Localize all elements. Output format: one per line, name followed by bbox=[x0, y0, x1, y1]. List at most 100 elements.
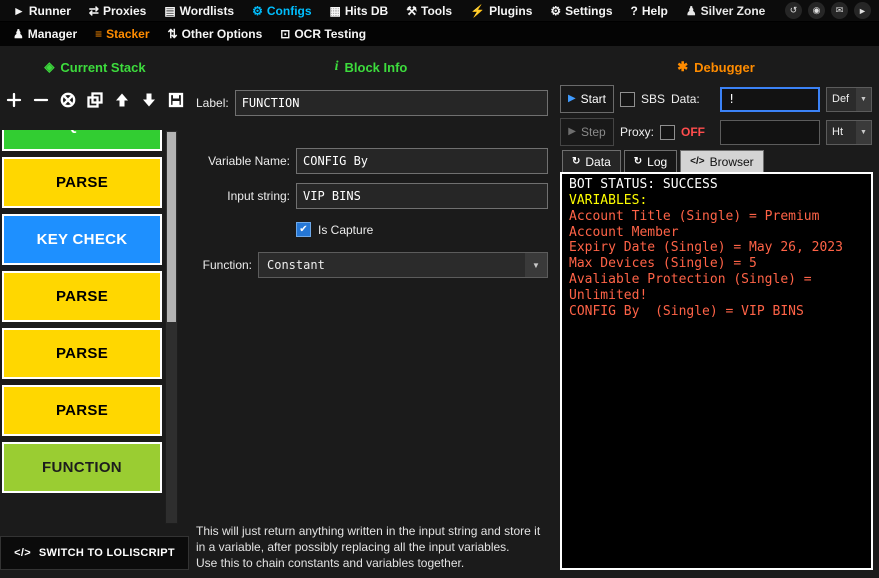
function-row: Function: Constant ▼ bbox=[190, 252, 548, 278]
data-input[interactable] bbox=[720, 87, 820, 112]
history-icon[interactable]: ↺ bbox=[785, 2, 802, 19]
menu-item-label: Hits DB bbox=[345, 4, 388, 18]
tools-icon: ⚒ bbox=[406, 4, 417, 18]
submenu-item-label: Other Options bbox=[182, 27, 263, 41]
tab-label: Data bbox=[585, 155, 610, 169]
current-stack-header: ◈ Current Stack bbox=[0, 59, 190, 75]
menu-item[interactable]: ▦ Hits DB bbox=[321, 0, 398, 22]
menu-item[interactable]: ? Help bbox=[622, 0, 677, 22]
duplicate-block-button[interactable] bbox=[83, 88, 107, 112]
is-capture-checkbox[interactable]: ✔ bbox=[296, 222, 311, 237]
menu-item[interactable]: ► Runner bbox=[4, 0, 80, 22]
menu-item-label: Configs bbox=[267, 4, 312, 18]
input-string-input[interactable] bbox=[296, 183, 548, 209]
save-stack-button[interactable] bbox=[164, 88, 188, 112]
add-block-button[interactable] bbox=[2, 88, 26, 112]
submenu-item[interactable]: ⇅ Other Options bbox=[159, 23, 272, 45]
menu-item[interactable]: ♟ Silver Zone bbox=[677, 0, 774, 22]
sbs-checkbox[interactable]: ✔ bbox=[620, 92, 635, 107]
submenu-item[interactable]: ≡ Stacker bbox=[86, 23, 158, 45]
sbs-label: SBS bbox=[641, 92, 665, 106]
switch-to-loliscript-button[interactable]: </> SWITCH TO LOLISCRIPT bbox=[0, 536, 189, 570]
stack-block[interactable]: PARSE bbox=[2, 328, 162, 379]
stack-block[interactable]: PARSE bbox=[2, 157, 162, 208]
move-down-button[interactable] bbox=[137, 88, 161, 112]
stack-icon: ◈ bbox=[44, 59, 54, 75]
description-line: Use this to chain constants and variable… bbox=[196, 556, 550, 572]
debugger-header: ✱ Debugger bbox=[560, 59, 872, 75]
window-icon-group: ↺ ◉ ✉ ► bbox=[785, 2, 875, 19]
function-label: Function: bbox=[190, 258, 252, 272]
tab-label: Browser bbox=[710, 155, 754, 169]
submenu-item[interactable]: ♟ Manager bbox=[4, 23, 86, 45]
stack-block-list: REQUEST PARSE KEY CHECK PARSE PARSE PARS… bbox=[2, 130, 162, 524]
play-icon: ▶ bbox=[568, 127, 576, 137]
variable-name-input[interactable] bbox=[296, 148, 548, 174]
code-icon: </> bbox=[690, 156, 704, 167]
bug-icon: ✱ bbox=[677, 59, 688, 75]
menu-item-label: Tools bbox=[421, 4, 452, 18]
function-dropdown[interactable]: Constant ▼ bbox=[258, 252, 548, 278]
stack-block[interactable]: FUNCTION bbox=[2, 442, 162, 493]
stack-block[interactable]: REQUEST bbox=[2, 130, 162, 151]
step-button[interactable]: ▶ Step bbox=[560, 118, 614, 146]
menu-item[interactable]: ▤ Wordlists bbox=[155, 0, 243, 22]
wordlist-type-dropdown[interactable]: Def ▼ bbox=[826, 87, 872, 112]
stack-scrollbar[interactable] bbox=[165, 130, 178, 524]
function-dropdown-value: Constant bbox=[259, 253, 525, 277]
log-line: BOT STATUS: SUCCESS bbox=[569, 177, 864, 193]
log-line: Avaliable Protection (Single) = Unlimite… bbox=[569, 272, 864, 304]
data-label: Data: bbox=[671, 92, 700, 106]
hits-db-icon: ▦ bbox=[330, 4, 341, 18]
block-info-header: i Block Info bbox=[190, 59, 552, 75]
label-input[interactable] bbox=[235, 90, 548, 116]
debugger-tabs: ↻ Data ↻ Log </> Browser bbox=[562, 150, 764, 172]
debugger-tab[interactable]: </> Browser bbox=[680, 150, 763, 172]
camera-icon[interactable]: ◉ bbox=[808, 2, 825, 19]
submenu-item[interactable]: ⊡ OCR Testing bbox=[271, 23, 375, 45]
log-line: CONFIG By (Single) = VIP BINS bbox=[569, 304, 864, 320]
play-icon: ▶ bbox=[568, 94, 576, 104]
configs-sub-menubar: ♟ Manager ≡ Stacker ⇅ Other Options ⊡ OC… bbox=[0, 22, 879, 46]
is-capture-label: Is Capture bbox=[318, 223, 373, 237]
scrollbar-thumb[interactable] bbox=[167, 132, 176, 322]
chat-icon[interactable]: ✉ bbox=[831, 2, 848, 19]
debugger-tab[interactable]: ↻ Log bbox=[624, 150, 677, 172]
menu-item[interactable]: ⚙ Settings bbox=[541, 0, 621, 22]
top-menubar: ► Runner ⇄ Proxies ▤ Wordlists ⚙ Configs… bbox=[0, 0, 879, 22]
debugger-row-1: ▶ Start ✔ SBS Data: Def ▼ bbox=[560, 85, 872, 113]
debugger-log[interactable]: BOT STATUS: SUCCESS VARIABLES: Account T… bbox=[560, 172, 873, 570]
input-string-row: Input string: bbox=[190, 183, 548, 209]
proxy-input[interactable] bbox=[720, 120, 820, 145]
stack-block[interactable]: KEY CHECK bbox=[2, 214, 162, 265]
info-icon: i bbox=[335, 59, 339, 75]
stacker-view: ◈ Current Stack i Block Info ✱ Debugger bbox=[0, 46, 879, 578]
send-icon[interactable]: ► bbox=[854, 2, 871, 19]
stack-block[interactable]: PARSE bbox=[2, 385, 162, 436]
menu-item-label: Wordlists bbox=[180, 4, 234, 18]
debugger-tab[interactable]: ↻ Data bbox=[562, 150, 621, 172]
menu-item-label: Help bbox=[642, 4, 668, 18]
menu-item[interactable]: ⚙ Configs bbox=[243, 0, 320, 22]
menu-item[interactable]: ⚡ Plugins bbox=[461, 0, 541, 22]
stack-block[interactable]: PARSE bbox=[2, 271, 162, 322]
tab-label: Log bbox=[647, 155, 667, 169]
disable-block-button[interactable] bbox=[56, 88, 80, 112]
main-nav: ► Runner ⇄ Proxies ▤ Wordlists ⚙ Configs… bbox=[4, 0, 774, 22]
log-line: Max Devices (Single) = 5 bbox=[569, 256, 864, 272]
start-button[interactable]: ▶ Start bbox=[560, 85, 614, 113]
move-up-button[interactable] bbox=[110, 88, 134, 112]
minus-icon bbox=[33, 92, 49, 108]
wordlists-icon: ▤ bbox=[164, 4, 175, 18]
stack-toolbar bbox=[2, 88, 188, 112]
runner-icon: ► bbox=[13, 4, 25, 18]
other-options-icon: ⇅ bbox=[168, 27, 178, 41]
proxy-checkbox[interactable]: ✔ bbox=[660, 125, 675, 140]
remove-block-button[interactable] bbox=[29, 88, 53, 112]
menu-item[interactable]: ⚒ Tools bbox=[397, 0, 461, 22]
menu-item[interactable]: ⇄ Proxies bbox=[80, 0, 155, 22]
proxy-type-dropdown[interactable]: Ht ▼ bbox=[826, 120, 872, 145]
code-icon: </> bbox=[14, 547, 31, 559]
submenu-item-label: Manager bbox=[28, 27, 77, 41]
variable-name-label: Variable Name: bbox=[190, 154, 290, 168]
